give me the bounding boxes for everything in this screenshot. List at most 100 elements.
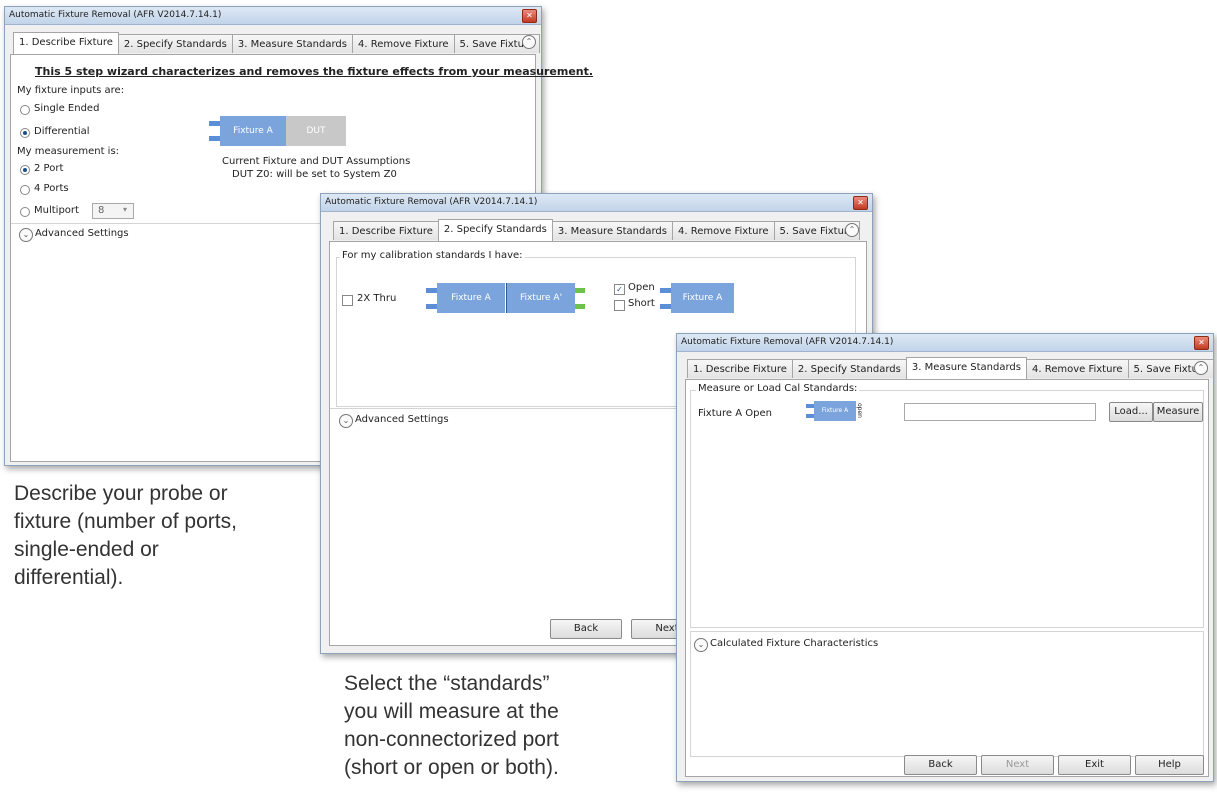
fixture-a-open-label: Fixture A Open	[698, 408, 772, 419]
green-pin-bottom	[575, 304, 585, 309]
single-ended-label: Single Ended	[34, 103, 100, 114]
caption-line: single-ended or	[14, 538, 159, 561]
thru-checkbox[interactable]	[342, 295, 353, 306]
multiport-select[interactable]: 8 ▾	[92, 203, 134, 219]
step2-caption: Select the “standards” you will measure …	[344, 670, 559, 782]
measure-button[interactable]: Measure	[1153, 402, 1203, 422]
tab-remove-fixture[interactable]: 4. Remove Fixture	[351, 34, 455, 53]
fixture-pin-top	[806, 404, 814, 408]
caption-line: you will measure at the	[344, 700, 559, 723]
advanced-settings-label[interactable]: Advanced Settings	[35, 228, 129, 239]
title-bar: Automatic Fixture Removal (AFR V2014.7.1…	[321, 194, 872, 212]
dut-block: DUT	[286, 116, 346, 146]
window-title: Automatic Fixture Removal (AFR V2014.7.1…	[681, 337, 894, 347]
caption-line: differential).	[14, 566, 124, 589]
tab-remove-fixture[interactable]: 4. Remove Fixture	[671, 221, 775, 240]
tab-remove-fixture[interactable]: 4. Remove Fixture	[1025, 359, 1129, 378]
tab-specify-standards[interactable]: 2. Specify Standards	[117, 34, 233, 53]
multiport-value: 8	[98, 205, 105, 216]
fixture-a-block: Fixture A	[814, 401, 856, 421]
dut-z0-text: DUT Z0: will be set to System Z0	[232, 169, 397, 180]
caption-line: Select the “standards”	[344, 672, 550, 695]
standards-group-label: For my calibration standards I have:	[340, 250, 525, 261]
next-button: Next	[981, 755, 1054, 775]
back-button[interactable]: Back	[904, 755, 977, 775]
green-pin-top	[575, 288, 585, 293]
cal-standards-group-label: Measure or Load Cal Standards:	[696, 383, 860, 394]
tab-strip: 1. Describe Fixture 2. Specify Standards…	[13, 32, 540, 54]
tab-measure-standards[interactable]: 3. Measure Standards	[551, 221, 673, 240]
tab-specify-standards[interactable]: 2. Specify Standards	[437, 219, 553, 241]
calculated-characteristics-label[interactable]: Calculated Fixture Characteristics	[710, 638, 878, 649]
exit-button[interactable]: Exit	[1058, 755, 1131, 775]
step1-caption: Describe your probe or fixture (number o…	[14, 480, 237, 592]
tab-measure-standards[interactable]: 3. Measure Standards	[905, 357, 1027, 379]
back-button[interactable]: Back	[550, 619, 622, 639]
fixture-pin-bottom	[806, 414, 814, 418]
short-checkbox[interactable]	[614, 300, 625, 311]
file-path-field[interactable]	[904, 403, 1096, 421]
fixture-a-prime-block: Fixture A'	[506, 283, 575, 313]
thru-label: 2X Thru	[357, 293, 397, 304]
fixture-a-block: Fixture A	[671, 283, 734, 313]
load-button[interactable]: Load...	[1109, 402, 1153, 422]
differential-label: Differential	[34, 126, 90, 137]
tab-describe-fixture[interactable]: 1. Describe Fixture	[333, 221, 439, 240]
open-checkbox[interactable]: ✓	[614, 284, 625, 295]
tab-specify-standards[interactable]: 2. Specify Standards	[791, 359, 907, 378]
tab-describe-fixture[interactable]: 1. Describe Fixture	[13, 32, 119, 54]
fixture-pin-bottom	[209, 136, 220, 141]
caption-line: (short or open or both).	[344, 756, 559, 779]
tab-strip: 1. Describe Fixture 2. Specify Standards…	[687, 357, 1214, 379]
expand-icon[interactable]: ⌄	[694, 638, 708, 652]
caption-line: Describe your probe or	[14, 482, 228, 505]
single-ended-radio[interactable]	[20, 105, 30, 115]
check-icon: ✓	[616, 285, 623, 294]
collapse-icon[interactable]: ⌃	[845, 223, 859, 237]
short-label: Short	[628, 298, 655, 309]
assumptions-text: Current Fixture and DUT Assumptions	[222, 156, 411, 167]
window-title: Automatic Fixture Removal (AFR V2014.7.1…	[9, 10, 222, 20]
collapse-icon[interactable]: ⌃	[1194, 361, 1208, 375]
port4-radio[interactable]	[20, 185, 30, 195]
tab-describe-fixture[interactable]: 1. Describe Fixture	[687, 359, 793, 378]
port2-radio[interactable]	[20, 165, 30, 175]
tab-strip: 1. Describe Fixture 2. Specify Standards…	[333, 219, 860, 241]
tab-panel: Measure or Load Cal Standards: Fixture A…	[685, 379, 1209, 777]
port4-label: 4 Ports	[34, 183, 69, 194]
help-button[interactable]: Help	[1135, 755, 1204, 775]
wizard-window-step3: Automatic Fixture Removal (AFR V2014.7.1…	[676, 333, 1214, 782]
calculated-group	[690, 631, 1204, 757]
cal-standards-group	[690, 390, 1204, 628]
chevron-down-icon: ▾	[123, 205, 128, 214]
close-icon[interactable]: ✕	[853, 196, 868, 210]
close-icon[interactable]: ✕	[1194, 336, 1209, 350]
caption-line: fixture (number of ports,	[14, 510, 237, 533]
fixture-pin-bottom	[426, 304, 437, 309]
close-icon[interactable]: ✕	[522, 9, 537, 23]
inputs-label: My fixture inputs are:	[17, 85, 125, 96]
tab-measure-standards[interactable]: 3. Measure Standards	[231, 34, 353, 53]
multiport-label: Multiport	[34, 205, 79, 216]
port2-label: 2 Port	[34, 163, 64, 174]
fixture-pin-top	[209, 121, 220, 126]
window-title: Automatic Fixture Removal (AFR V2014.7.1…	[325, 197, 538, 207]
title-bar: Automatic Fixture Removal (AFR V2014.7.1…	[677, 334, 1213, 352]
open-tag: open	[855, 403, 863, 418]
fixture-pin-top	[426, 288, 437, 293]
fixture-pin-top	[660, 288, 671, 293]
fixture-pin-bottom	[660, 304, 671, 309]
expand-icon[interactable]: ⌄	[339, 414, 353, 428]
measurement-label: My measurement is:	[17, 146, 120, 157]
fixture-a-block: Fixture A	[220, 116, 286, 146]
title-bar: Automatic Fixture Removal (AFR V2014.7.1…	[5, 7, 541, 25]
advanced-settings-label[interactable]: Advanced Settings	[355, 414, 449, 425]
differential-radio[interactable]	[20, 128, 30, 138]
collapse-icon[interactable]: ⌃	[522, 35, 536, 49]
wizard-heading: This 5 step wizard characterizes and rem…	[35, 65, 594, 78]
multiport-radio[interactable]	[20, 207, 30, 217]
caption-line: non-connectorized port	[344, 728, 559, 751]
expand-icon[interactable]: ⌄	[19, 228, 33, 242]
fixture-a-block: Fixture A	[437, 283, 505, 313]
open-label: Open	[628, 282, 655, 293]
